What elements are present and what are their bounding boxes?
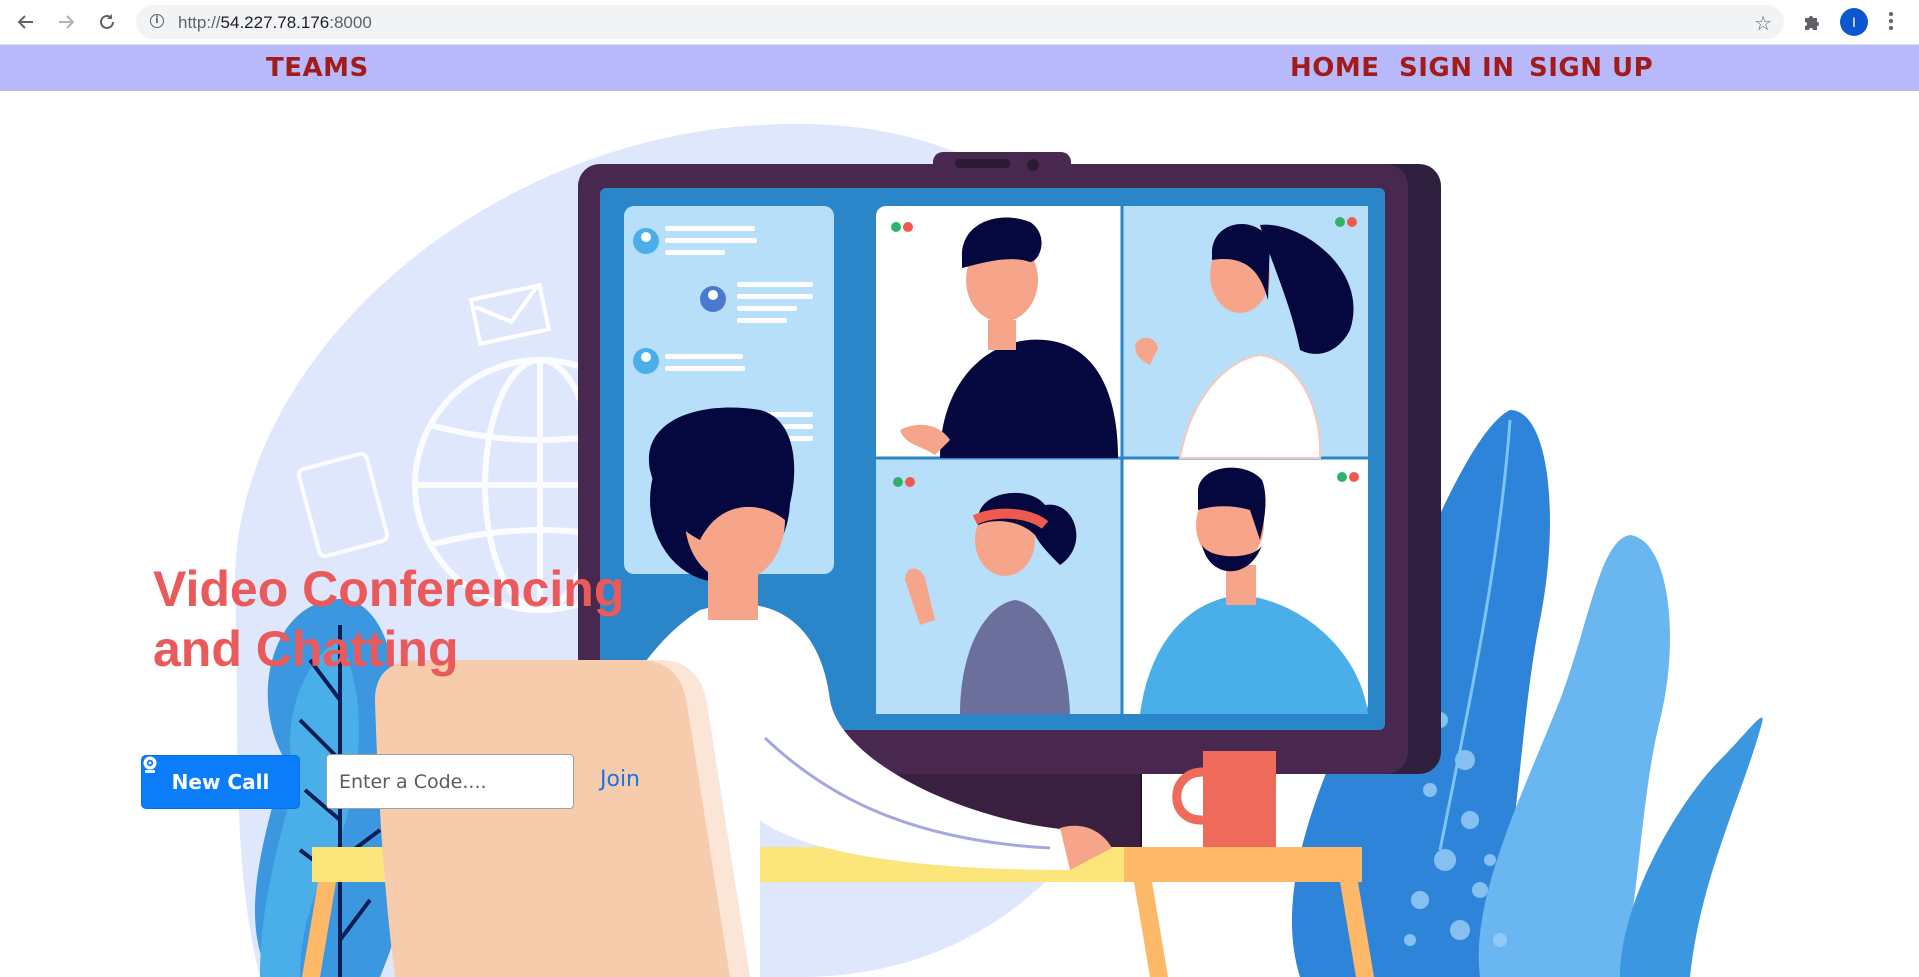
hero-title-line2: and Chatting: [153, 621, 459, 677]
forward-button[interactable]: [53, 9, 79, 35]
video-conference-illustration: [234, 123, 1763, 977]
brand-logo-link[interactable]: TEAMS: [266, 53, 369, 83]
arrow-left-icon: [17, 15, 33, 29]
arrow-right-icon: [59, 15, 75, 29]
site-info-icon[interactable]: i: [150, 14, 164, 28]
hero-title-line1: Video Conferencing: [153, 561, 625, 617]
new-call-button[interactable]: New Call: [141, 755, 300, 809]
join-link[interactable]: Join: [600, 767, 640, 792]
profile-avatar[interactable]: I: [1840, 8, 1868, 36]
reload-icon: [100, 14, 114, 29]
new-call-label: New Call: [171, 770, 270, 794]
app-navbar: TEAMS HOME SIGN IN SIGN UP: [0, 45, 1919, 91]
webcam-icon: [143, 756, 157, 773]
browser-toolbar: i http://54.227.78.176:8000 ☆ I: [0, 0, 1919, 45]
address-bar[interactable]: i http://54.227.78.176:8000 ☆: [136, 5, 1784, 39]
nav-home-link[interactable]: HOME: [1290, 53, 1380, 83]
meeting-code-input[interactable]: [326, 754, 574, 809]
reload-button[interactable]: [94, 9, 120, 35]
browser-menu-icon[interactable]: [1885, 9, 1897, 35]
hero-section: Video Conferencing and Chatting New Call…: [0, 91, 1919, 977]
bookmark-star-icon[interactable]: ☆: [1754, 11, 1772, 36]
url-text: http://54.227.78.176:8000: [178, 13, 372, 32]
back-button[interactable]: [13, 9, 39, 35]
nav-sign-up-link[interactable]: SIGN UP: [1529, 53, 1653, 83]
nav-sign-in-link[interactable]: SIGN IN: [1399, 53, 1515, 83]
extensions-puzzle-icon[interactable]: [1800, 10, 1824, 34]
hero-title: Video Conferencing and Chatting: [153, 559, 624, 679]
